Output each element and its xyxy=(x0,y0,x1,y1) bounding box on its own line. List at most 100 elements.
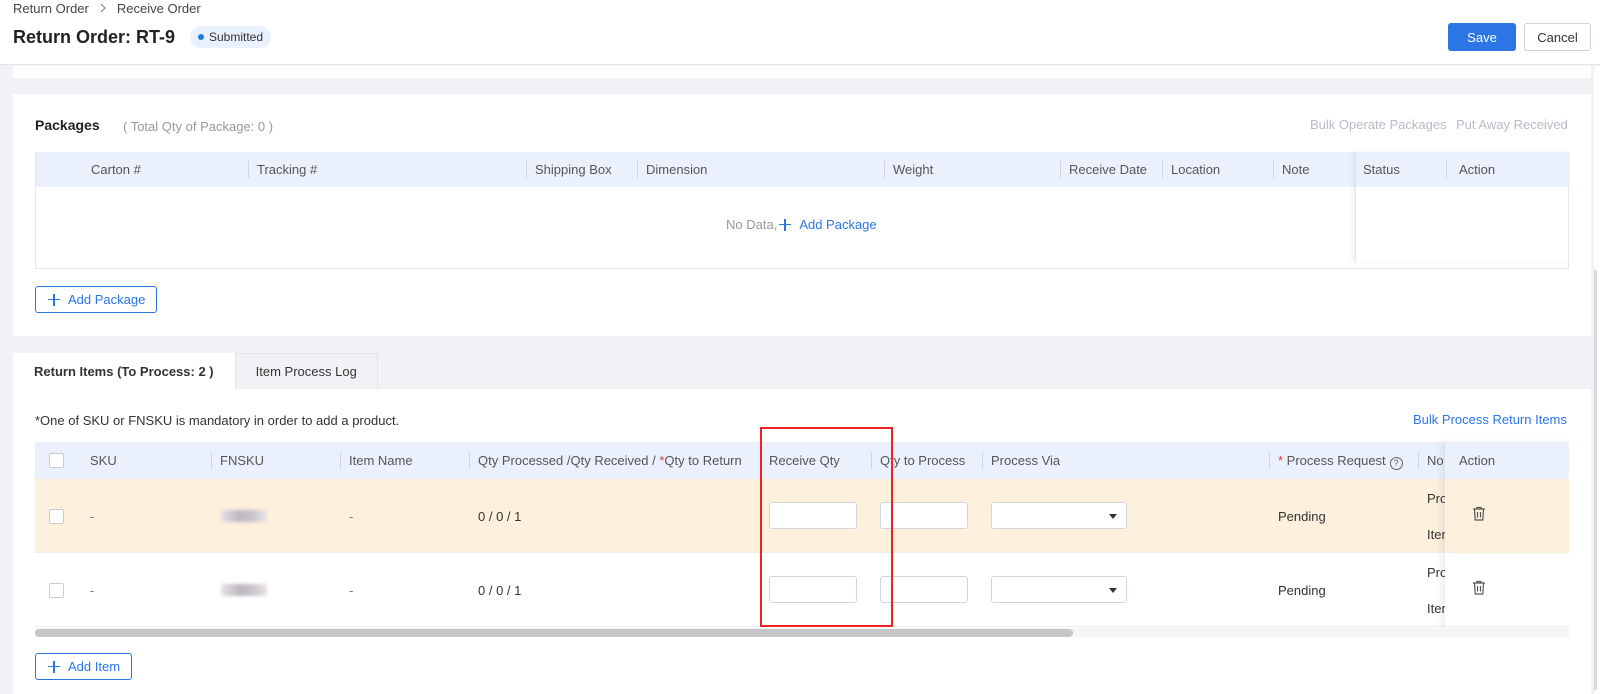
col-dimension: Dimension xyxy=(646,162,708,177)
packages-card: Packages ( Total Qty of Package: 0 ) Bul… xyxy=(13,94,1591,336)
put-away-received-link[interactable]: Put Away Received xyxy=(1456,117,1568,132)
col-sku: SKU xyxy=(90,453,117,468)
col-divider xyxy=(1060,161,1061,178)
trash-icon[interactable] xyxy=(1472,506,1486,524)
col-divider xyxy=(1273,161,1274,178)
col-carton: Carton # xyxy=(91,162,141,177)
chevron-right-icon xyxy=(99,2,107,16)
col-divider xyxy=(469,452,470,469)
no-data-text: No Data, xyxy=(726,217,778,232)
packages-empty-state: No Data, Add Package xyxy=(36,187,1570,269)
col-divider xyxy=(1269,452,1270,469)
plus-icon xyxy=(48,293,60,306)
receive-qty-highlight-annotation xyxy=(760,427,893,627)
add-package-button[interactable]: Add Package xyxy=(35,286,158,313)
add-package-link[interactable]: Add Package xyxy=(779,217,877,232)
col-receive-date: Receive Date xyxy=(1069,162,1148,177)
action-fixed-column: Action xyxy=(1445,442,1569,628)
row-note-line2: Iter xyxy=(1427,601,1446,616)
add-item-button-label: Add Item xyxy=(68,659,121,674)
cancel-button[interactable]: Cancel xyxy=(1524,23,1591,51)
col-divider xyxy=(211,452,212,469)
col-process-via: Process Via xyxy=(991,453,1061,468)
select-all-checkbox[interactable] xyxy=(49,453,64,468)
col-divider xyxy=(526,161,527,178)
qty-to-process-input[interactable] xyxy=(880,576,968,603)
add-package-button-label: Add Package xyxy=(68,292,146,307)
action-cell xyxy=(1445,553,1569,627)
col-note: Note xyxy=(1282,162,1310,177)
qty-to-process-input[interactable] xyxy=(880,502,968,529)
mandatory-note: *One of SKU or FNSKU is mandatory in ord… xyxy=(35,413,400,428)
breadcrumb-return-order[interactable]: Return Order xyxy=(13,1,89,16)
row-sku: - xyxy=(90,583,95,598)
plus-icon xyxy=(48,660,60,673)
col-note: No xyxy=(1427,453,1444,468)
col-location: Location xyxy=(1171,162,1221,177)
trash-icon[interactable] xyxy=(1472,580,1486,598)
row-qty: 0 / 0 / 1 xyxy=(478,583,522,598)
process-via-select[interactable] xyxy=(991,576,1127,603)
previous-card-edge xyxy=(13,66,1591,78)
save-button[interactable]: Save xyxy=(1448,23,1516,51)
col-divider xyxy=(982,452,983,469)
col-fnsku: FNSKU xyxy=(220,453,265,468)
process-via-select[interactable] xyxy=(991,502,1127,529)
help-circle-icon[interactable]: ? xyxy=(1389,457,1403,470)
col-process-request: * Process Request? xyxy=(1278,442,1403,479)
action-cell xyxy=(1445,479,1569,553)
breadcrumb-receive-order: Receive Order xyxy=(116,1,201,16)
horizontal-scrollbar[interactable] xyxy=(35,628,1569,637)
breadcrumb: Return Order Receive Order xyxy=(13,1,201,16)
redacted-fnsku xyxy=(221,510,267,522)
tab-item-process-log[interactable]: Item Process Log xyxy=(234,353,378,389)
bulk-operate-packages-link[interactable]: Bulk Operate Packages xyxy=(1310,117,1447,132)
no-data-message: No Data, Add Package xyxy=(726,217,877,232)
col-divider xyxy=(248,161,249,178)
col-tracking: Tracking # xyxy=(257,162,318,177)
vertical-scrollbar-thumb[interactable] xyxy=(1594,270,1597,690)
col-qty-prefix: Qty Processed /Qty Received / xyxy=(478,453,660,468)
required-mark: * xyxy=(1278,453,1287,468)
col-qty-suffix: Qty to Return xyxy=(664,453,742,468)
col-process-request-label: Process Request xyxy=(1286,453,1386,468)
packages-total: ( Total Qty of Package: 0 ) xyxy=(123,119,274,134)
row-item-name: - xyxy=(349,583,354,598)
top-bar: Return Order Receive Order Return Order:… xyxy=(0,0,1600,65)
col-divider xyxy=(637,161,638,178)
page-title: Return Order: RT-9 xyxy=(13,27,176,47)
add-package-link-label: Add Package xyxy=(799,217,877,232)
col-shipping-box: Shipping Box xyxy=(535,162,612,177)
dropdown-caret-icon xyxy=(1109,588,1117,593)
col-weight: Weight xyxy=(893,162,934,177)
row-note-line2: Iter xyxy=(1427,527,1446,542)
col-divider xyxy=(884,161,885,178)
packages-table: Carton # Tracking # Shipping Box Dimensi… xyxy=(35,152,1570,269)
col-qty: Qty Processed /Qty Received / *Qty to Re… xyxy=(478,442,742,479)
row-item-name: - xyxy=(349,509,354,524)
status-badge-label: Submitted xyxy=(209,30,264,44)
row-sku: - xyxy=(90,509,95,524)
col-action: Action xyxy=(1459,442,1569,479)
status-dot-icon xyxy=(198,34,204,40)
row-process-request: Pending xyxy=(1278,583,1326,598)
row-checkbox[interactable] xyxy=(49,509,64,524)
bulk-process-link[interactable]: Bulk Process Return Items xyxy=(1413,412,1567,427)
row-process-request: Pending xyxy=(1278,509,1326,524)
col-divider xyxy=(1418,452,1419,469)
dropdown-caret-icon xyxy=(1109,514,1117,519)
col-item-name: Item Name xyxy=(349,453,413,468)
vertical-scrollbar[interactable] xyxy=(1594,66,1600,694)
status-badge: Submitted xyxy=(190,26,272,48)
plus-icon xyxy=(779,218,792,231)
redacted-fnsku xyxy=(221,584,267,596)
tab-return-items[interactable]: Return Items (To Process: 2 ) xyxy=(13,353,235,389)
add-item-button[interactable]: Add Item xyxy=(35,653,133,680)
col-divider xyxy=(1162,161,1163,178)
col-divider xyxy=(340,452,341,469)
item-tabs: Return Items (To Process: 2 ) Item Proce… xyxy=(13,353,378,389)
row-checkbox[interactable] xyxy=(49,583,64,598)
row-qty: 0 / 0 / 1 xyxy=(478,509,522,524)
horizontal-scrollbar-thumb[interactable] xyxy=(35,629,1073,637)
packages-table-header: Carton # Tracking # Shipping Box Dimensi… xyxy=(36,152,1570,187)
